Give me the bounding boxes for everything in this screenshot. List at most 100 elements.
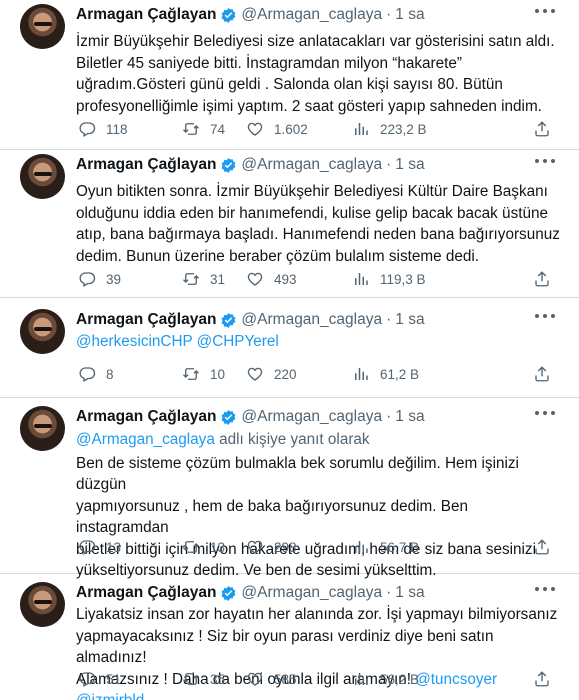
views-count: 56,2 B [380,671,420,687]
tweet[interactable]: Armagan Çağlayan @Armagan_caglaya · 1 sa… [0,305,579,398]
timestamp[interactable]: 1 sa [395,408,424,426]
reply-icon [79,272,96,287]
share-button[interactable] [533,365,551,386]
timestamp[interactable]: 1 sa [395,156,424,174]
like-button[interactable]: 298 [246,538,297,556]
text-line: uğradım.Gösteri günü geldi . Salonda ola… [76,76,503,93]
tweet-text: @herkesicinCHP @CHPYerel [76,331,563,353]
separator-dot: · [386,408,392,425]
verified-badge-icon [221,157,236,173]
tweet[interactable]: Armagan Çağlayan @Armagan_caglaya · 1 sa… [0,0,579,150]
like-icon [247,367,263,381]
views-icon [355,273,368,285]
user-handle[interactable]: @Armagan_caglaya [241,6,382,24]
reply-count: 118 [106,121,128,137]
avatar[interactable] [20,309,65,354]
reply-button[interactable]: 39 [78,270,121,288]
like-count: 585 [274,671,297,687]
views-button[interactable]: 56,7 B [352,538,419,556]
retweet-button[interactable]: 74 [182,120,225,138]
like-icon [247,272,263,286]
reply-to-link[interactable]: @Armagan_caglaya [76,431,215,448]
share-button[interactable] [533,670,551,691]
tweet-actions: 39 31 493 119,3 B [76,270,559,290]
more-icon[interactable] [535,582,555,596]
user-handle[interactable]: @Armagan_caglaya [241,311,382,329]
tweet-header: Armagan Çağlayan @Armagan_caglaya · 1 sa [76,408,425,426]
share-button[interactable] [533,120,551,141]
retweet-button[interactable]: 35 [182,670,225,688]
avatar[interactable] [20,154,65,199]
timestamp[interactable]: 1 sa [395,584,424,602]
reply-button[interactable]: 51 [78,670,121,688]
views-button[interactable]: 223,2 B [352,120,427,138]
timestamp[interactable]: 1 sa [395,6,424,24]
display-name[interactable]: Armagan Çağlayan [76,408,216,426]
more-icon[interactable] [535,154,555,168]
tweet-actions: 51 35 585 56,2 B [76,670,559,690]
more-icon[interactable] [535,4,555,18]
tweet[interactable]: Armagan Çağlayan @Armagan_caglaya · 1 sa… [0,578,579,700]
text-line: İzmir Büyükşehir Belediyesi size anlatac… [76,33,555,50]
retweet-count: 31 [210,271,226,287]
mention-link[interactable]: @herkesicinCHP [76,333,192,350]
more-icon[interactable] [535,406,555,420]
views-icon [355,368,368,380]
tweet-text: Oyun bitikten sonra. İzmir Büyükşehir Be… [76,181,563,267]
mention-link[interactable]: @CHPYerel [197,333,279,350]
tweet[interactable]: Armagan Çağlayan @Armagan_caglaya · 1 sa… [0,402,579,579]
verified-badge-icon [221,7,236,23]
like-count: 220 [274,366,297,382]
reply-context: @Armagan_caglaya adlı kişiye yanıt olara… [76,429,563,451]
text-line: Oyun bitikten sonra. İzmir Büyükşehir Be… [76,183,548,200]
views-count: 119,3 B [380,271,426,287]
like-count: 1.602 [274,121,308,137]
user-handle[interactable]: @Armagan_caglaya [241,584,382,602]
like-button[interactable]: 493 [246,270,297,288]
tweet-text: İzmir Büyükşehir Belediyesi size anlatac… [76,31,563,117]
display-name[interactable]: Armagan Çağlayan [76,584,216,602]
more-icon[interactable] [535,309,555,323]
like-button[interactable]: 1.602 [246,120,308,138]
tweet[interactable]: Armagan Çağlayan @Armagan_caglaya · 1 sa… [0,150,579,298]
retweet-count: 13 [210,539,226,555]
like-button[interactable]: 585 [246,670,297,688]
views-button[interactable]: 56,2 B [352,670,419,688]
user-handle[interactable]: @Armagan_caglaya [241,408,382,426]
tweet-thread: Armagan Çağlayan @Armagan_caglaya · 1 sa… [0,0,579,700]
views-button[interactable]: 61,2 B [352,365,419,383]
verified-badge-icon [221,409,236,425]
retweet-button[interactable]: 31 [182,270,225,288]
separator-dot: · [386,156,392,173]
separator-dot: · [386,311,392,328]
timestamp[interactable]: 1 sa [395,311,424,329]
reply-button[interactable]: 13 [78,538,121,556]
views-button[interactable]: 119,3 B [352,270,426,288]
tweet-text: @Armagan_caglaya adlı kişiye yanıt olara… [76,429,563,582]
separator-dot: · [386,584,392,601]
text-line: profesyonelliğimle işimi yaptım. 2 saat … [76,97,542,115]
avatar[interactable] [20,406,65,451]
avatar[interactable] [20,4,65,49]
retweet-button[interactable]: 10 [182,365,225,383]
share-button[interactable] [533,270,551,291]
views-count: 61,2 B [380,366,420,382]
display-name[interactable]: Armagan Çağlayan [76,311,216,329]
reply-button[interactable]: 118 [78,120,128,138]
display-name[interactable]: Armagan Çağlayan [76,156,216,174]
user-handle[interactable]: @Armagan_caglaya [241,156,382,174]
avatar[interactable] [20,582,65,627]
reply-count: 51 [106,671,122,687]
mention-link[interactable]: @izmirbld [76,692,144,700]
reply-button[interactable]: 8 [78,365,114,383]
reply-to-label: adlı kişiye yanıt olarak [214,431,370,448]
like-button[interactable]: 220 [246,365,297,383]
reply-icon [79,367,96,382]
text-line: olduğunu iddia eden bir hanımefendi, kul… [76,204,548,222]
retweet-button[interactable]: 13 [182,538,225,556]
views-icon [355,541,368,553]
display-name[interactable]: Armagan Çağlayan [76,6,216,24]
retweet-icon [183,123,199,135]
views-icon [355,673,368,685]
share-button[interactable] [533,538,551,559]
